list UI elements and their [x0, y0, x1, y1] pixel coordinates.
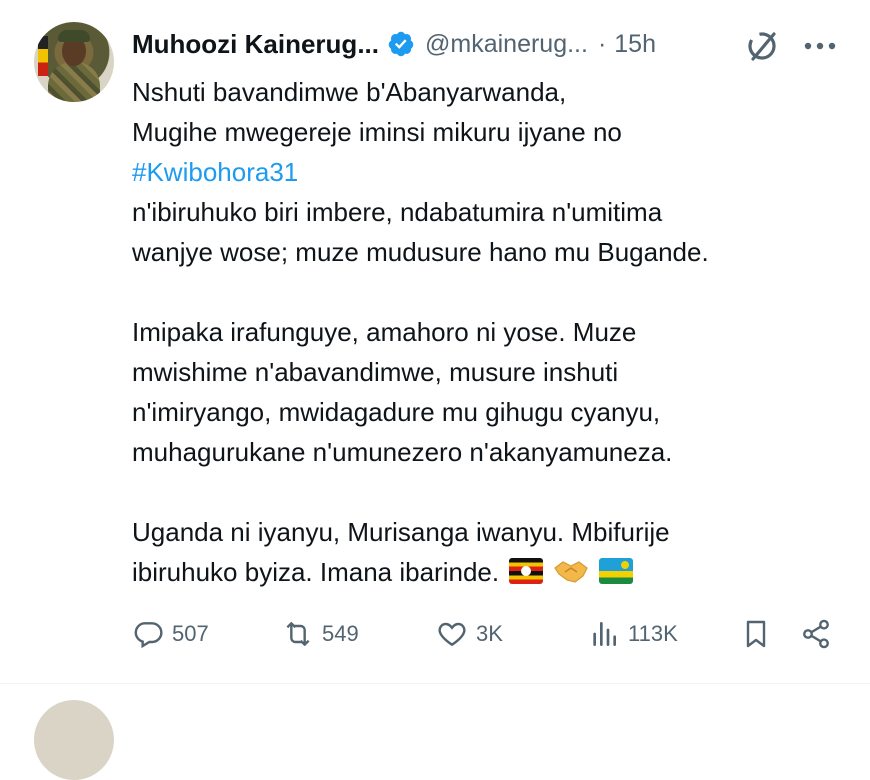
views-chart-icon	[593, 622, 616, 646]
heart-icon	[438, 622, 466, 647]
avatar-cap	[58, 30, 90, 42]
tweet-line: Mugihe mwegereje iminsi mikuru ijyane no	[132, 117, 622, 147]
tweet-line: Imipaka irafunguye, amahoro ni yose. Muz…	[132, 317, 637, 347]
tweet-line: n'imiryango, mwidagadure mu gihugu cyany…	[132, 397, 661, 427]
tweet-line-text: ibiruhuko byiza. Imana ibarinde.	[132, 557, 500, 587]
tweet-timestamp[interactable]: 15h	[614, 30, 656, 59]
share-icon	[803, 619, 829, 649]
rwanda-flag-icon	[599, 558, 634, 584]
repost-count: 549	[322, 621, 359, 646]
tweet-divider	[0, 683, 870, 684]
bookmark-icon	[746, 620, 766, 648]
reply-count: 507	[172, 621, 209, 646]
avatar-flag	[38, 36, 48, 76]
tweet-line: muhagurukane n'umunezero n'akanyamuneza.	[132, 437, 673, 467]
share-button[interactable]	[800, 614, 832, 654]
uganda-flag-icon	[509, 558, 544, 584]
author-avatar[interactable]	[34, 22, 114, 102]
repost-button[interactable]: 549	[282, 614, 359, 654]
tweet-last-line: ibiruhuko byiza. Imana ibarinde.	[132, 552, 852, 592]
tweet-line: mwishime n'abavandimwe, musure inshuti	[132, 357, 619, 387]
handshake-icon	[554, 561, 588, 583]
header-separator: ·	[597, 29, 607, 58]
avatar-uniform	[48, 62, 100, 102]
author-name[interactable]: Muhoozi Kainerug...	[132, 29, 379, 60]
more-options-icon[interactable]	[800, 28, 840, 64]
like-count: 3K	[476, 621, 503, 646]
views-count: 113K	[628, 621, 678, 646]
verified-badge-icon	[388, 31, 414, 57]
like-button[interactable]: 3K	[436, 614, 503, 654]
bookmark-button[interactable]	[740, 614, 772, 654]
tweet-actions-bar: 507 549 3K 113K	[132, 614, 842, 654]
grok-icon[interactable]	[742, 26, 782, 66]
reply-button[interactable]: 507	[132, 614, 209, 654]
next-tweet-avatar[interactable]	[34, 700, 114, 780]
tweet-line: wanjye wose; muze mudusure hano mu Bugan…	[132, 237, 709, 267]
tweet-line: Uganda ni iyanyu, Murisanga iwanyu. Mbif…	[132, 517, 670, 547]
tweet-header: Muhoozi Kainerug... @mkainerug... · 15h	[132, 24, 656, 64]
tweet-text: Nshuti bavandimwe b'Abanyarwanda, Mugihe…	[132, 72, 852, 592]
tweet-line: Nshuti bavandimwe b'Abanyarwanda,	[132, 77, 567, 107]
repost-icon	[286, 622, 310, 646]
reply-icon	[134, 622, 163, 649]
hashtag-link[interactable]: #Kwibohora31	[132, 152, 852, 192]
views-button[interactable]: 113K	[588, 614, 678, 654]
tweet-line: n'ibiruhuko biri imbere, ndabatumira n'u…	[132, 197, 663, 227]
author-handle[interactable]: @mkainerug...	[425, 30, 588, 59]
